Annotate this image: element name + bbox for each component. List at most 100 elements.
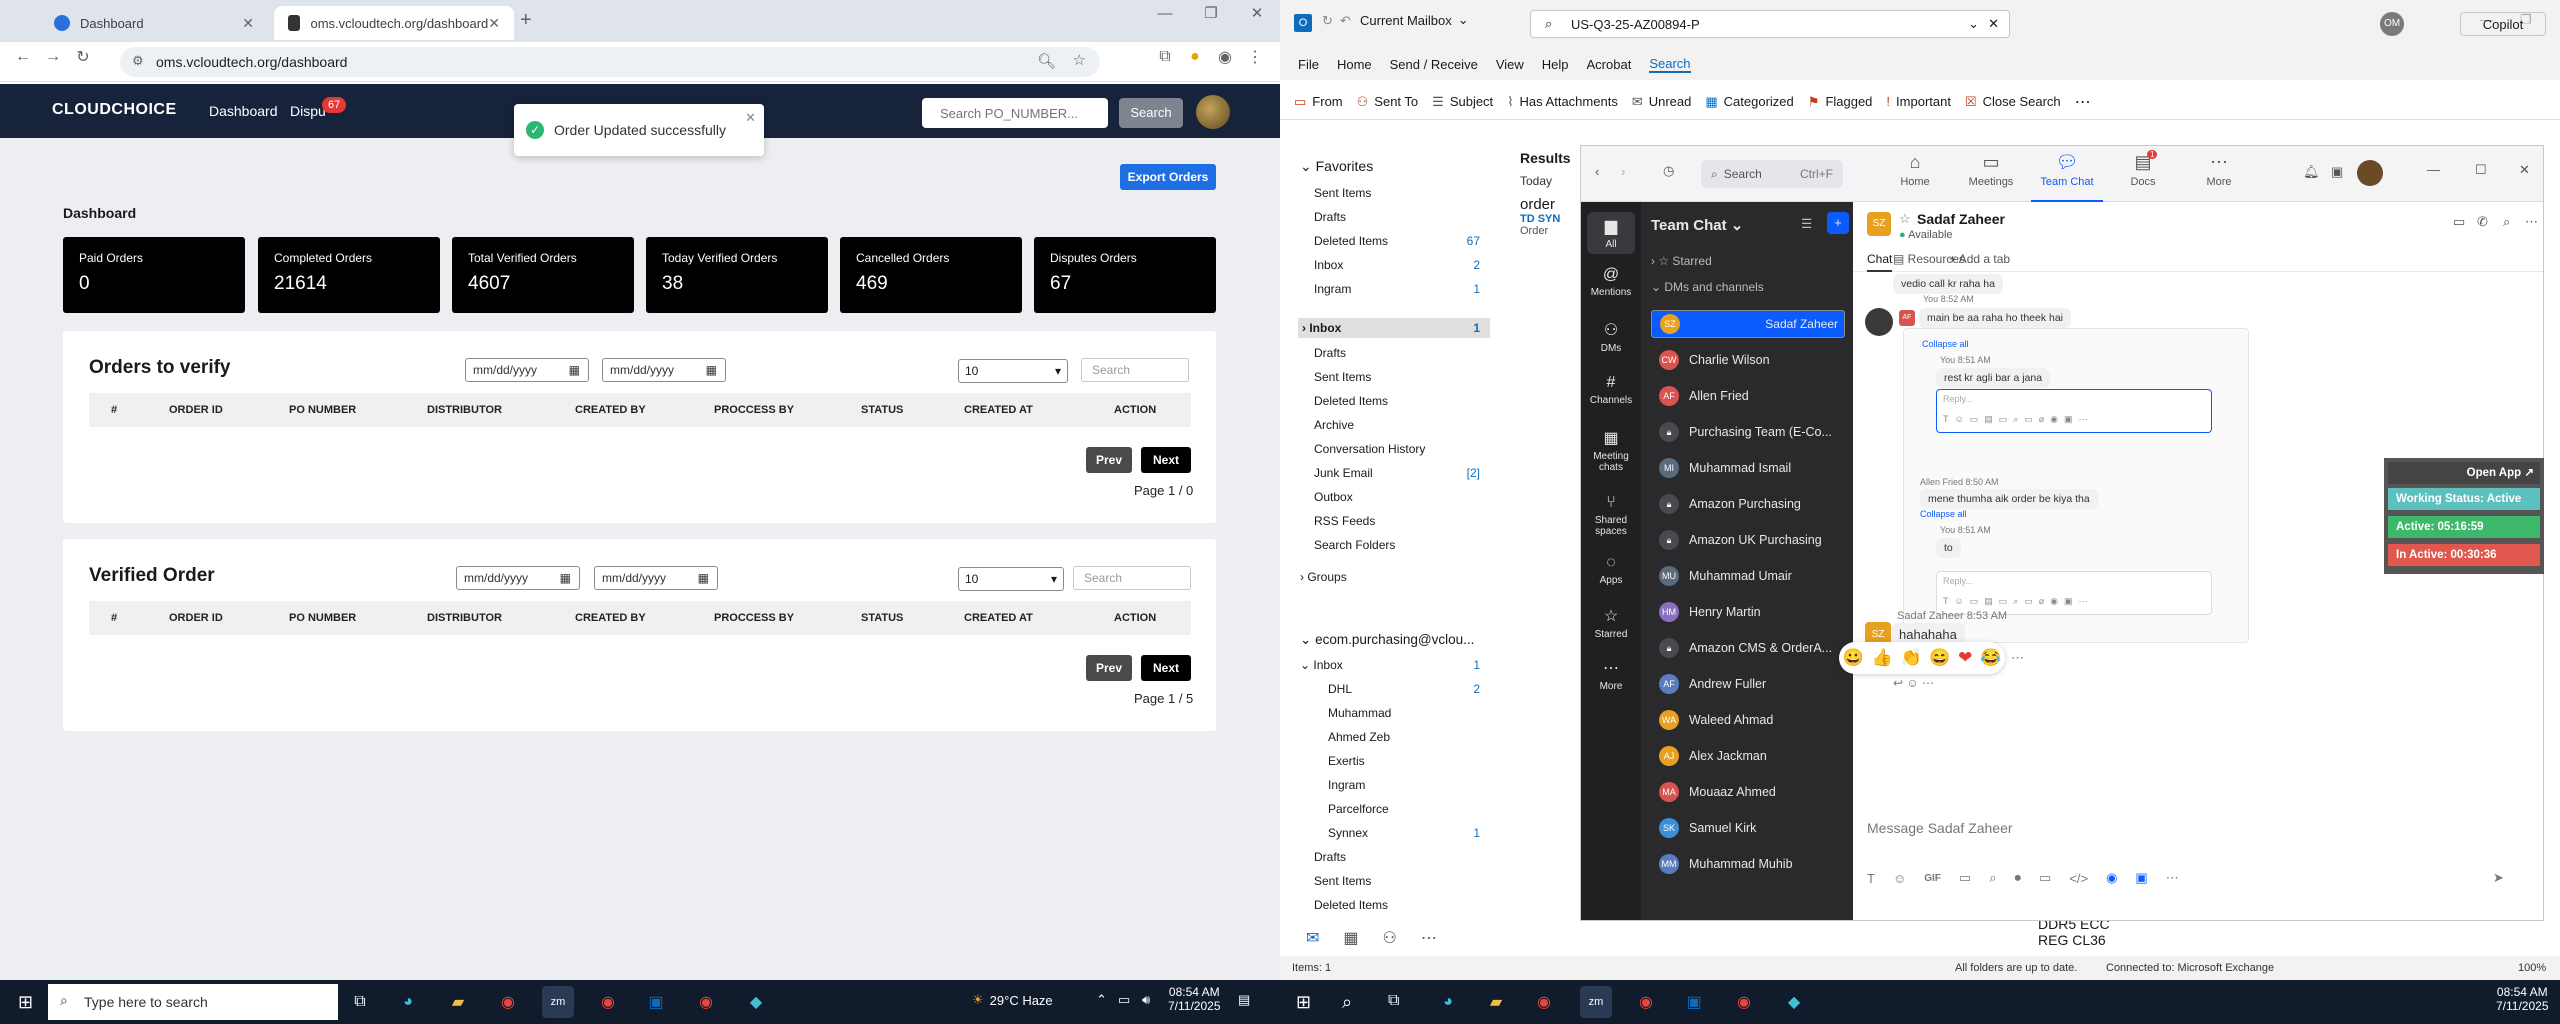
contact-row[interactable]: HM Henry Martin xyxy=(1651,598,1845,626)
outlook-search-input[interactable]: ⌕ US-Q3-25-AZ00894-P ⌄ ✕ xyxy=(1530,10,2010,38)
ribbon-important[interactable]: ! Important xyxy=(1886,94,1951,109)
menu-send-receive[interactable]: Send / Receive xyxy=(1390,57,1478,72)
contact-row[interactable]: SZ Sadaf Zaheer xyxy=(1651,310,1845,338)
back-icon[interactable]: ← xyxy=(8,48,38,66)
ribbon-attachments[interactable]: ⌇ Has Attachments xyxy=(1507,94,1618,110)
contact-row[interactable]: 🔒︎ Amazon UK Purchasing xyxy=(1651,526,1845,554)
menu-icon[interactable]: ⋮ xyxy=(1240,47,1270,67)
folder-item[interactable]: Archive xyxy=(1314,418,1490,432)
notification-bell-icon[interactable]: 🔔︎ xyxy=(2303,164,2320,180)
open-app-link[interactable]: Open App ↗ xyxy=(2388,462,2540,484)
result-sender[interactable]: order xyxy=(1520,196,1580,213)
new-tab-icon[interactable]: + xyxy=(520,9,532,32)
copilot-button[interactable]: Copilot xyxy=(2460,12,2546,36)
clock[interactable]: 08:54 AM 7/11/2025 xyxy=(2496,985,2549,1013)
table-search-input[interactable]: Search xyxy=(1081,358,1189,382)
chrome-icon[interactable]: ◉ xyxy=(1528,986,1560,1018)
more-icon[interactable]: ⋯ xyxy=(2525,214,2538,230)
phone-icon[interactable]: ✆ xyxy=(2477,214,2488,230)
maximize-icon[interactable]: ☐ xyxy=(2475,162,2487,178)
url-field[interactable]: ⚙ oms.vcloudtech.org/dashboard 🔍︎ ☆ xyxy=(120,47,1100,77)
calendar-icon[interactable]: ▦ xyxy=(1343,928,1358,948)
nav-disputes[interactable]: Dispu xyxy=(290,103,326,119)
rail-channels[interactable]: # Channels xyxy=(1581,374,1641,406)
folder-item[interactable]: Junk Email [2] xyxy=(1314,466,1490,480)
date-to-input[interactable]: mm/dd/yyyy ▦ xyxy=(594,566,718,590)
folder-item[interactable]: Parcelforce xyxy=(1328,802,1490,816)
folder-inbox-selected[interactable]: › Inbox 1 xyxy=(1298,318,1490,338)
folder-item[interactable]: Sent Items xyxy=(1314,186,1490,200)
reload-icon[interactable]: ↻ xyxy=(68,47,98,67)
groups-header[interactable]: › Groups xyxy=(1300,570,1347,584)
prev-button[interactable]: Prev xyxy=(1086,655,1132,681)
more-reactions-icon[interactable]: ⋯ xyxy=(2011,650,2024,666)
video-message-icon[interactable]: ▭ xyxy=(2039,870,2051,886)
ribbon-flagged[interactable]: ⚑ Flagged xyxy=(1808,94,1873,110)
notifications-icon[interactable]: ▤ xyxy=(1238,992,1250,1008)
folder-item[interactable]: DHL 2 xyxy=(1328,682,1490,696)
starred-section[interactable]: › ☆ Starred xyxy=(1651,254,1712,268)
new-chat-icon[interactable]: + xyxy=(1827,212,1849,234)
tab-dashboard[interactable]: Dashboard ✕ xyxy=(40,6,268,40)
ribbon-from[interactable]: ▭ From xyxy=(1294,94,1343,110)
reply-toolbar-icons[interactable]: T☺▭▤▭⌕▭⌀◉▣⋯ xyxy=(1943,414,2094,425)
folder-item[interactable]: Drafts xyxy=(1314,850,1490,864)
outlook-taskbar-icon[interactable]: ▣ xyxy=(640,986,672,1018)
undo-icon[interactable]: ↶ xyxy=(1340,13,1351,29)
file-explorer-icon[interactable]: ▰ xyxy=(1480,986,1512,1018)
extensions-icon[interactable]: ⧉ xyxy=(1150,48,1180,66)
reply-input[interactable]: Reply... T☺▭▤▭⌕▭⌀◉▣⋯ xyxy=(1936,571,2212,615)
folder-item[interactable]: Muhammad xyxy=(1328,706,1490,720)
emoji-icon[interactable]: ☺ xyxy=(1893,871,1906,886)
rail-dms[interactable]: ⚇ DMs xyxy=(1581,320,1641,354)
dms-section[interactable]: ⌄ DMs and channels xyxy=(1651,280,1764,294)
chat-contact-name[interactable]: Sadaf Zaheer xyxy=(1917,211,2005,227)
date-from-input[interactable]: mm/dd/yyyy ▦ xyxy=(456,566,580,590)
add-tab-button[interactable]: + Add a tab xyxy=(1949,252,2010,266)
folder-item[interactable]: Drafts xyxy=(1314,346,1490,360)
contact-row[interactable]: WA Waleed Ahmad xyxy=(1651,706,1845,734)
attach-icon[interactable]: ▭ xyxy=(1959,870,1971,886)
folder-item[interactable]: Sent Items xyxy=(1314,370,1490,384)
tab-more[interactable]: ⋯ More xyxy=(2183,152,2255,188)
thumbs-up-icon[interactable]: 👍 xyxy=(1872,648,1893,668)
screenshot-icon[interactable]: ⌕ xyxy=(1989,870,1996,886)
back-icon[interactable]: ‹ xyxy=(1595,164,1599,179)
collapse-all-link[interactable]: Collapse all xyxy=(1920,509,1967,519)
contact-row[interactable]: 🔒︎ Amazon Purchasing xyxy=(1651,490,1845,518)
folder-item[interactable]: RSS Feeds xyxy=(1314,514,1490,528)
folder-item[interactable]: Exertis xyxy=(1328,754,1490,768)
folder-item[interactable]: Ingram 1 xyxy=(1314,282,1490,296)
next-button[interactable]: Next xyxy=(1141,655,1191,681)
sync-icon[interactable]: ↻ xyxy=(1322,13,1333,29)
user-avatar[interactable] xyxy=(1196,95,1230,129)
folder-item[interactable]: Deleted Items xyxy=(1314,394,1490,408)
rail-mentions[interactable]: @ Mentions xyxy=(1581,266,1641,298)
clock[interactable]: 08:54 AM 7/11/2025 xyxy=(1168,985,1221,1013)
tab-home[interactable]: ⌂ Home xyxy=(1879,152,1951,188)
menu-home[interactable]: Home xyxy=(1337,57,1372,72)
message-composer[interactable]: Message Sadaf Zaheer xyxy=(1867,820,2527,846)
contact-row[interactable]: 🔒︎ Purchasing Team (E-Co... xyxy=(1651,418,1845,446)
folder-item[interactable]: Conversation History xyxy=(1314,442,1490,456)
edge-icon[interactable]: ◕ xyxy=(392,986,424,1018)
contact-row[interactable]: SK Samuel Kirk xyxy=(1651,814,1845,842)
laugh-emoji-icon[interactable]: 😂 xyxy=(1980,648,2001,668)
contact-row[interactable]: CW Charlie Wilson xyxy=(1651,346,1845,374)
joy-emoji-icon[interactable]: 😄 xyxy=(1929,648,1950,668)
rail-shared-spaces[interactable]: ⑂ Shared spaces xyxy=(1581,494,1641,537)
ribbon-sent-to[interactable]: ⚇ Sent To xyxy=(1357,94,1419,110)
zoom-taskbar-icon[interactable]: zm xyxy=(542,986,574,1018)
profile-icon[interactable]: ◉ xyxy=(1210,47,1240,67)
folder-item[interactable]: Ahmed Zeb xyxy=(1328,730,1490,744)
reply-toolbar-icons[interactable]: T☺▭▤▭⌕▭⌀◉▣⋯ xyxy=(1943,596,2094,607)
tab-active[interactable]: oms.vcloudtech.org/dashboard ✕ xyxy=(274,6,514,40)
windows-start-icon[interactable]: ⊞ xyxy=(1296,992,1311,1013)
favorites-header[interactable]: ⌄ Favorites xyxy=(1300,158,1373,175)
folder-item[interactable]: Synnex 1 xyxy=(1328,826,1490,840)
tab-docs[interactable]: ▤ Docs xyxy=(2107,152,2179,188)
folder-item[interactable]: Deleted Items xyxy=(1314,898,1490,912)
send-icon[interactable]: ➤ xyxy=(2493,870,2504,886)
video-call-icon[interactable]: ▭ xyxy=(2453,214,2465,230)
chrome-icon[interactable]: ◉ xyxy=(1728,986,1760,1018)
